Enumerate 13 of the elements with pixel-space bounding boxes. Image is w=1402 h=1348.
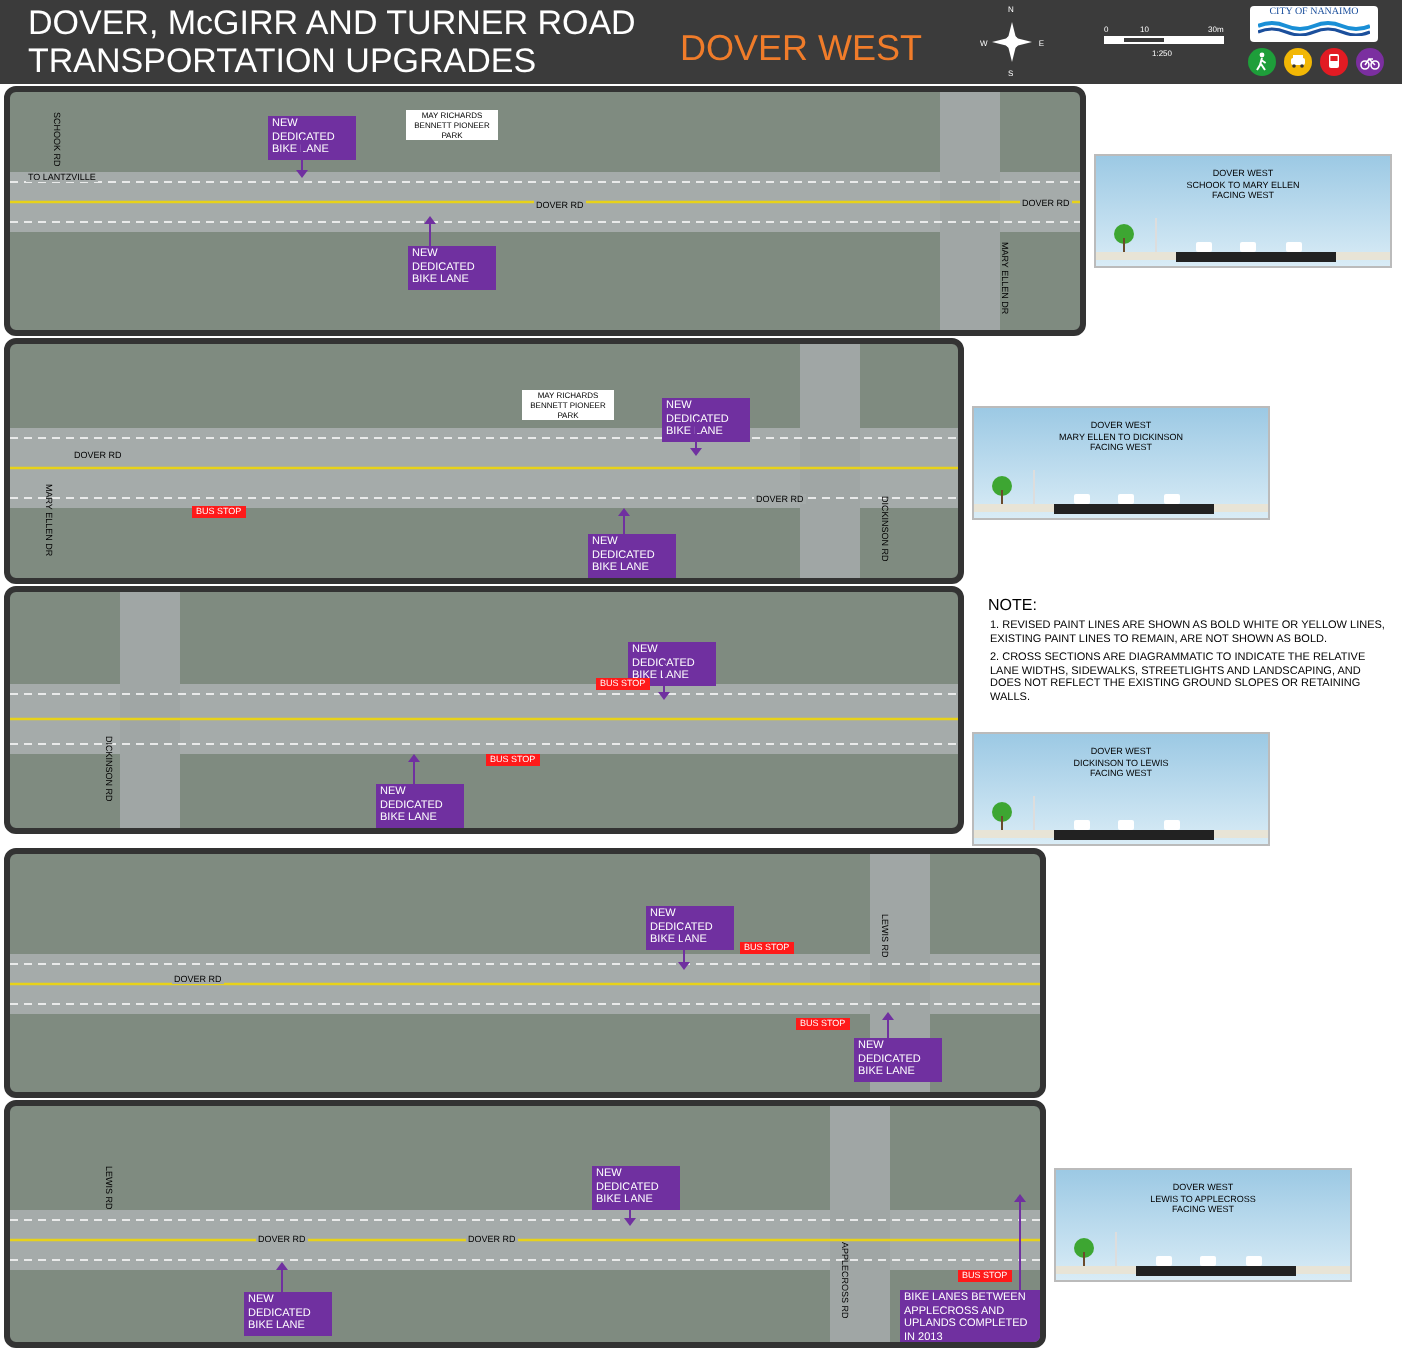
leader-arrow bbox=[1014, 1194, 1026, 1290]
poster-title: DOVER, McGIRR AND TURNER ROAD bbox=[28, 4, 636, 42]
poster-title: TRANSPORTATION UPGRADES bbox=[28, 42, 539, 80]
wave-icon bbox=[1258, 20, 1370, 36]
leader-arrow bbox=[882, 1012, 894, 1038]
scale-bar bbox=[1104, 36, 1224, 44]
leader-arrow bbox=[408, 754, 420, 784]
leader-arrow bbox=[276, 1262, 288, 1292]
leader-arrow bbox=[424, 216, 436, 246]
note-heading: NOTE: bbox=[988, 596, 1039, 614]
section-title: DOVER WEST bbox=[680, 26, 923, 72]
compass-icon bbox=[992, 22, 1032, 62]
leader-arrow bbox=[618, 508, 630, 534]
